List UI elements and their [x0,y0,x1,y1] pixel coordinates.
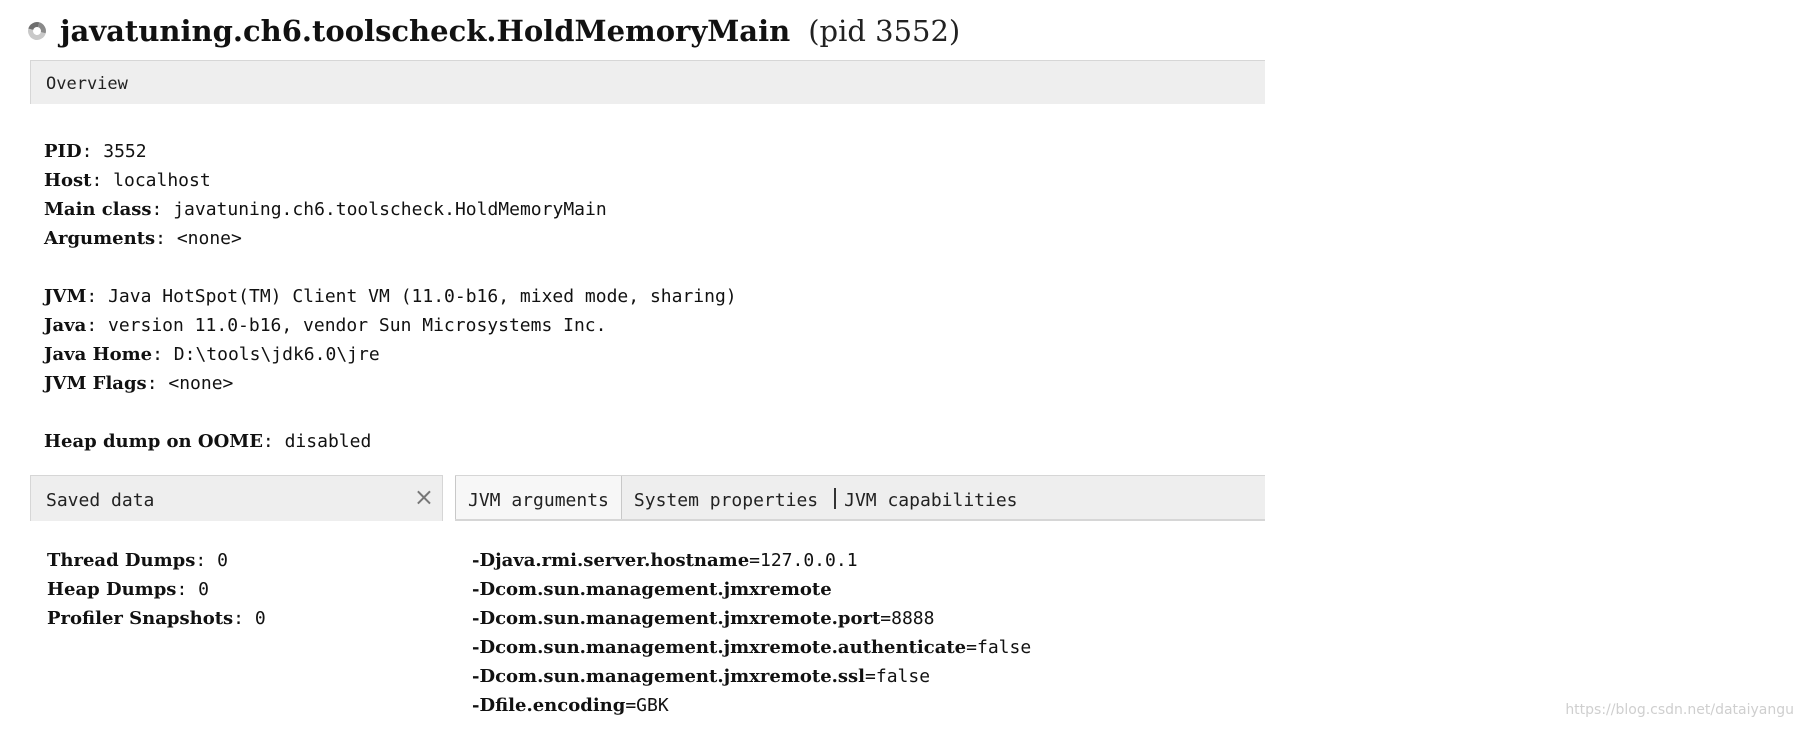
details-tab-bar: JVM arguments System properties JVM capa… [455,475,1265,521]
info-value: : version 11.0-b16, vendor Sun Microsyst… [86,315,607,336]
jvm-argument-key: -Dfile.encoding [472,695,626,716]
jvm-arguments-list: -Djava.rmi.server.hostname=127.0.0.1 -Dc… [472,546,1031,720]
info-value: : javatuning.ch6.toolscheck.HoldMemoryMa… [151,199,607,220]
jvm-argument-key: -Dcom.sun.management.jmxremote.authentic… [472,637,967,658]
jvm-argument-row: -Dcom.sun.management.jmxremote.ssl=false [472,662,1031,691]
saved-data-label: Heap Dumps [47,579,177,600]
tab-separator [834,488,837,509]
jvm-argument-key: -Djava.rmi.server.hostname [472,550,750,571]
info-row-java: Java: version 11.0-b16, vendor Sun Micro… [44,311,737,340]
saved-data-item-thread-dumps: Thread Dumps: 0 [47,546,266,575]
saved-data-value: : 0 [195,550,228,571]
info-label: Main class [44,199,152,220]
jvm-argument-row: -Dcom.sun.management.jmxremote.port=8888 [472,604,1031,633]
overview-section-header[interactable]: Overview [30,60,1265,104]
info-row-pid: PID: 3552 [44,137,737,166]
jvm-argument-key: -Dcom.sun.management.jmxremote.port [472,608,881,629]
saved-data-header[interactable]: Saved data × [30,475,443,521]
spinner-icon [24,18,50,44]
info-value: : disabled [262,431,372,452]
title-pid: (pid 3552) [808,14,961,48]
watermark: https://blog.csdn.net/dataiyangu [1565,702,1794,718]
overview-info: PID: 3552 Host: localhost Main class: ja… [44,137,737,456]
info-label: Heap dump on OOME [44,431,263,452]
jvm-argument-row: -Djava.rmi.server.hostname=127.0.0.1 [472,546,1031,575]
close-icon[interactable]: × [414,485,434,509]
jvm-argument-row: -Dfile.encoding=GBK [472,691,1031,720]
info-value: : 3552 [81,141,147,162]
info-label: PID [44,141,82,162]
tab-system-properties[interactable]: System properties [622,476,830,519]
page-title: javatuning.ch6.toolscheck.HoldMemoryMain… [24,14,961,48]
saved-data-label: Thread Dumps [47,550,196,571]
info-label: Arguments [44,228,156,249]
info-row-host: Host: localhost [44,166,737,195]
saved-data-item-heap-dumps: Heap Dumps: 0 [47,575,266,604]
jvm-argument-value: =false [966,637,1032,658]
info-label: JVM [44,286,87,307]
title-class-name: javatuning.ch6.toolscheck.HoldMemoryMain [60,14,791,48]
info-value: : Java HotSpot(TM) Client VM (11.0-b16, … [86,286,737,307]
info-value: : <none> [146,373,234,394]
jvm-argument-key: -Dcom.sun.management.jmxremote [472,579,832,600]
jvm-argument-row: -Dcom.sun.management.jmxremote [472,575,1031,604]
tab-jvm-capabilities[interactable]: JVM capabilities [840,476,1029,519]
info-row-jvm-flags: JVM Flags: <none> [44,369,737,398]
jvm-argument-value: =GBK [625,695,669,716]
saved-data-value: : 0 [176,579,209,600]
application-window: javatuning.ch6.toolscheck.HoldMemoryMain… [0,0,1808,730]
jvm-argument-value: =8888 [880,608,935,629]
info-label: Java Home [44,344,153,365]
info-row-java-home: Java Home: D:\tools\jdk6.0\jre [44,340,737,369]
info-label: Host [44,170,92,191]
saved-data-item-profiler-snapshots: Profiler Snapshots: 0 [47,604,266,633]
info-value: : <none> [155,228,242,249]
saved-data-label: Saved data [46,490,155,511]
info-row-jvm: JVM: Java HotSpot(TM) Client VM (11.0-b1… [44,282,737,311]
info-value: : localhost [91,170,211,191]
tab-jvm-arguments[interactable]: JVM arguments [455,476,622,519]
info-row-main-class: Main class: javatuning.ch6.toolscheck.Ho… [44,195,737,224]
saved-data-value: : 0 [233,608,266,629]
info-label: Java [44,315,87,336]
jvm-argument-value: =127.0.0.1 [749,550,858,571]
info-label: JVM Flags [44,373,147,394]
overview-label: Overview [46,74,128,94]
jvm-argument-key: -Dcom.sun.management.jmxremote.ssl [472,666,866,687]
saved-data-list: Thread Dumps: 0 Heap Dumps: 0 Profiler S… [47,546,266,633]
jvm-argument-value: =false [865,666,931,687]
info-row-heap-dump: Heap dump on OOME: disabled [44,427,737,456]
jvm-argument-row: -Dcom.sun.management.jmxremote.authentic… [472,633,1031,662]
info-row-arguments: Arguments: <none> [44,224,737,253]
info-value: : D:\tools\jdk6.0\jre [152,344,380,365]
saved-data-label: Profiler Snapshots [47,608,234,629]
